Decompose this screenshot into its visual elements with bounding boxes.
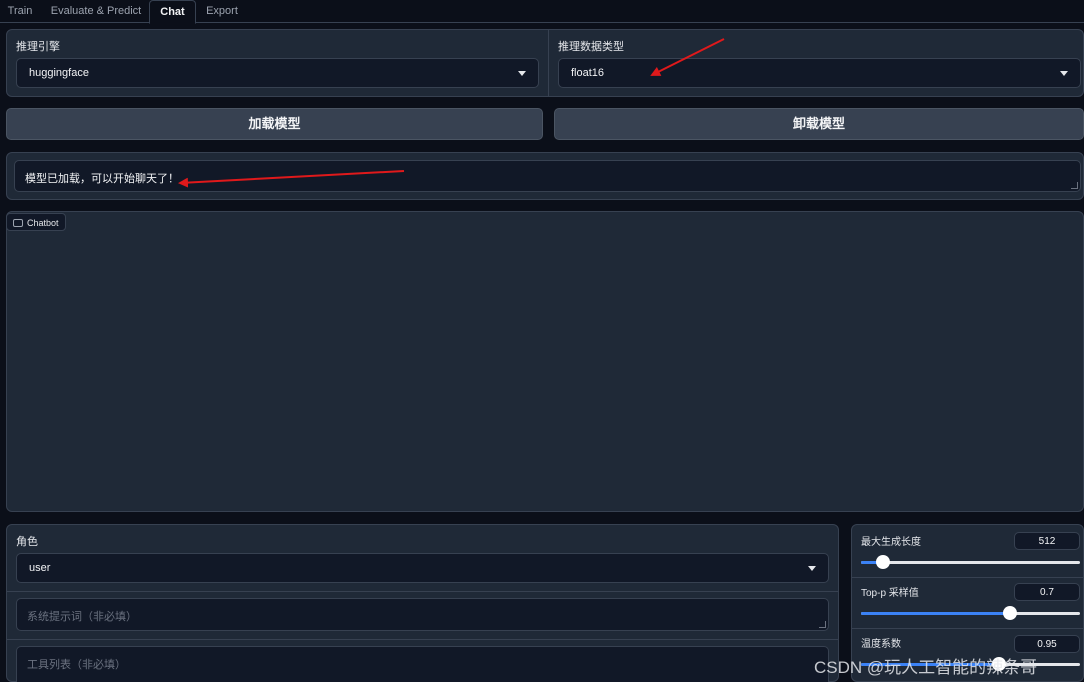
chevron-down-icon xyxy=(808,566,816,571)
max-new-tokens-slider[interactable] xyxy=(861,555,1080,569)
resize-handle-icon[interactable] xyxy=(819,621,826,628)
engine-value: huggingface xyxy=(29,67,89,79)
tab-evaluate-predict[interactable]: Evaluate & Predict xyxy=(46,0,146,22)
chatbot-label: Chatbot xyxy=(27,218,59,228)
dtype-label: 推理数据类型 xyxy=(558,41,624,53)
slider-thumb[interactable] xyxy=(875,555,890,569)
max-new-tokens-label: 最大生成长度 xyxy=(861,537,921,548)
temperature-label: 温度系数 xyxy=(861,639,901,650)
system-prompt-placeholder: 系统提示词（非必填） xyxy=(27,611,137,623)
max-new-tokens-value: 512 xyxy=(1038,536,1056,547)
separator xyxy=(7,639,838,640)
tab-bar: Train Evaluate & Predict Chat Export xyxy=(0,0,1084,24)
system-prompt-input[interactable]: 系统提示词（非必填） xyxy=(16,598,829,631)
tab-chat[interactable]: Chat xyxy=(149,0,196,24)
dtype-value: float16 xyxy=(571,67,605,79)
chatbot-label-tag: Chatbot xyxy=(6,213,66,231)
max-new-tokens-number[interactable]: 512 xyxy=(1014,532,1080,550)
chat-bubble-icon xyxy=(13,219,23,227)
tab-train[interactable]: Train xyxy=(0,0,40,22)
top-p-number[interactable]: 0.7 xyxy=(1014,583,1080,601)
unload-model-button[interactable]: 卸载模型 xyxy=(554,108,1084,140)
chevron-down-icon xyxy=(1060,71,1068,76)
tab-export[interactable]: Export xyxy=(198,0,246,22)
role-select[interactable]: user xyxy=(16,553,829,583)
role-label: 角色 xyxy=(16,536,38,548)
top-p-value: 0.7 xyxy=(1040,587,1054,598)
info-text: 模型已加载，可以开始聊天了！ xyxy=(25,173,179,185)
separator xyxy=(852,628,1083,629)
tools-input[interactable]: 工具列表（非必填） xyxy=(16,646,829,682)
panel-divider xyxy=(548,30,549,96)
separator xyxy=(852,577,1083,578)
slider-thumb[interactable] xyxy=(1002,606,1017,620)
dtype-select[interactable]: float16 xyxy=(558,58,1081,88)
resize-handle-icon[interactable] xyxy=(1071,182,1078,189)
chevron-down-icon xyxy=(518,71,526,76)
info-textbox[interactable]: 模型已加载，可以开始聊天了！ xyxy=(14,160,1081,192)
role-value: user xyxy=(29,562,51,574)
engine-label: 推理引擎 xyxy=(16,41,60,53)
temperature-number[interactable]: 0.95 xyxy=(1014,635,1080,653)
load-model-button[interactable]: 加载模型 xyxy=(6,108,543,140)
slider-fill xyxy=(861,612,1010,615)
tools-placeholder: 工具列表（非必填） xyxy=(27,659,126,671)
temperature-value: 0.95 xyxy=(1037,639,1057,650)
chatbot-area[interactable] xyxy=(6,211,1084,512)
engine-select[interactable]: huggingface xyxy=(16,58,539,88)
watermark: CSDN @玩人工智能的辣条哥 xyxy=(814,658,1038,677)
separator xyxy=(7,591,838,592)
top-p-label: Top-p 采样值 xyxy=(861,588,919,599)
top-p-slider[interactable] xyxy=(861,606,1080,620)
